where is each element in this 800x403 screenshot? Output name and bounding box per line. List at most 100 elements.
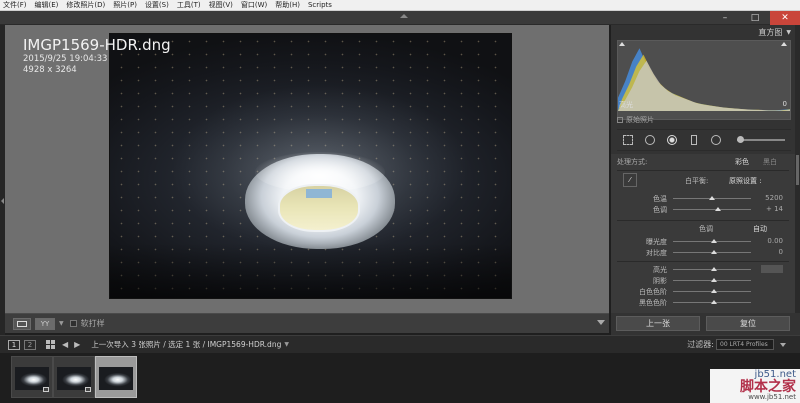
exposure-label: 曝光度	[646, 238, 667, 246]
tint-row: 色调 + 14	[611, 205, 795, 215]
panel-scrollbar-thumb[interactable]	[796, 155, 799, 185]
treatment-row: 处理方式: 彩色 黑白	[611, 157, 795, 169]
adjustment-brush-slider[interactable]	[737, 136, 785, 143]
treatment-color-option[interactable]: 彩色	[735, 157, 749, 167]
whites-slider-knob[interactable]	[711, 289, 717, 293]
source-dropdown-icon[interactable]: ▼	[284, 341, 289, 348]
maximize-button[interactable]: □	[740, 11, 770, 25]
radial-filter-icon[interactable]	[709, 133, 723, 147]
original-photo-checkbox[interactable]	[617, 117, 623, 123]
histogram-header[interactable]: 直方图 ▼	[611, 25, 795, 39]
auto-tone-button[interactable]: 自动	[753, 224, 767, 234]
menu-window[interactable]: 窗口(W)	[241, 0, 267, 10]
photo-datetime: 2015/9/25 19:04:33	[23, 54, 108, 64]
shadows-label: 阴影	[653, 277, 667, 285]
tint-slider-knob[interactable]	[715, 207, 721, 211]
menu-settings[interactable]: 设置(S)	[145, 0, 169, 10]
toolbar-menu-icon[interactable]	[597, 320, 605, 325]
blacks-row: 黑色色阶	[611, 298, 795, 308]
view-mode-dropdown-icon[interactable]: ▼	[59, 320, 64, 327]
minimize-button[interactable]: –	[710, 11, 740, 25]
source-name: 上一次导入	[91, 340, 129, 349]
temp-slider[interactable]	[673, 196, 751, 200]
menu-tools[interactable]: 工具(T)	[177, 0, 201, 10]
menu-develop[interactable]: 修改照片(D)	[66, 0, 105, 10]
soft-proof-label: 软打样	[80, 319, 105, 328]
spot-removal-icon[interactable]	[643, 133, 657, 147]
grid-view-icon[interactable]	[46, 340, 55, 349]
menu-view[interactable]: 视图(V)	[209, 0, 233, 10]
blacks-slider[interactable]	[673, 300, 751, 304]
collapse-top-panel-icon[interactable]	[400, 14, 408, 18]
reset-button[interactable]: 复位	[706, 315, 790, 331]
original-photo-row[interactable]: 原始照片	[617, 115, 654, 125]
expand-left-panel-icon[interactable]	[1, 198, 4, 204]
shadow-clipping-icon[interactable]	[619, 42, 625, 46]
filmstrip: jb51.net 脚本之家 www.jb51.net	[0, 353, 800, 403]
menu-edit[interactable]: 编辑(E)	[35, 0, 59, 10]
treatment-bw-option[interactable]: 黑白	[763, 157, 777, 167]
highlights-slider[interactable]	[673, 267, 751, 271]
contrast-slider[interactable]	[673, 250, 751, 254]
wb-eyedropper-icon[interactable]: ⁄	[623, 173, 637, 187]
photo-filename: IMGP1569-HDR.dng	[23, 36, 171, 54]
exposure-row: 曝光度 0.00	[611, 237, 795, 247]
forward-arrow-icon[interactable]: ▶	[74, 340, 80, 349]
photo-foreground-shadow	[110, 243, 511, 298]
temp-label: 色温	[653, 195, 667, 203]
second-screen-button[interactable]: 2	[24, 339, 36, 350]
soft-proof-checkbox[interactable]	[69, 320, 77, 327]
contrast-value[interactable]: 0	[779, 248, 783, 256]
previous-settings-button[interactable]: 上一张	[616, 315, 700, 331]
menu-scripts[interactable]: Scripts	[308, 1, 332, 9]
highlights-slider-knob[interactable]	[711, 267, 717, 271]
shadows-slider-knob[interactable]	[711, 278, 717, 282]
exposure-value[interactable]: 0.00	[767, 237, 783, 245]
filmstrip-source[interactable]: 上一次导入 3 张照片 / 选定 1 张 / IMGP1569-HDR.dng	[91, 339, 281, 350]
menu-help[interactable]: 帮助(H)	[275, 0, 300, 10]
before-after-button[interactable]: YY	[35, 317, 55, 330]
original-photo-label: 原始照片	[626, 116, 654, 124]
blacks-slider-knob[interactable]	[711, 300, 717, 304]
photo-stadium-seats	[306, 189, 332, 198]
contrast-slider-knob[interactable]	[711, 250, 717, 254]
white-balance-row: ⁄ 白平衡: 原照设置 :	[611, 173, 795, 187]
shadows-row: 阴影	[611, 276, 795, 286]
watermark: jb51.net 脚本之家 www.jb51.net	[740, 370, 796, 401]
whites-slider[interactable]	[673, 289, 751, 293]
exposure-slider[interactable]	[673, 239, 751, 243]
tint-value[interactable]: + 14	[766, 205, 783, 213]
panel-scrollbar[interactable]	[795, 25, 800, 313]
loupe-view-button[interactable]	[13, 317, 31, 330]
red-eye-icon[interactable]	[665, 133, 679, 147]
shadows-slider[interactable]	[673, 278, 751, 282]
highlight-clipping-icon[interactable]	[781, 42, 787, 46]
collapse-histogram-icon[interactable]: ▼	[786, 29, 791, 36]
exposure-slider-knob[interactable]	[711, 239, 717, 243]
brush-slider-knob[interactable]	[737, 136, 744, 143]
filmstrip-thumbnail[interactable]	[53, 356, 95, 398]
graduated-filter-icon[interactable]	[687, 133, 701, 147]
back-arrow-icon[interactable]: ◀	[62, 340, 68, 349]
histogram-title: 直方图	[758, 27, 783, 37]
edited-badge-icon	[85, 387, 91, 392]
menu-file[interactable]: 文件(F)	[3, 0, 27, 10]
temp-value[interactable]: 5200	[765, 194, 783, 202]
tint-slider[interactable]	[673, 207, 751, 211]
filter-dropdown-icon[interactable]	[780, 343, 786, 347]
temp-slider-knob[interactable]	[709, 196, 715, 200]
filter-select[interactable]: 00 LRT4 Profiles	[716, 339, 774, 350]
wb-preset-select[interactable]: 原照设置 :	[729, 176, 762, 186]
filmstrip-thumbnail[interactable]	[11, 356, 53, 398]
viewer-toolbar: YY ▼ 软打样	[5, 313, 609, 333]
filmstrip-thumbnail-selected[interactable]	[95, 356, 137, 398]
highlights-value-box[interactable]	[761, 265, 783, 273]
menu-photo[interactable]: 照片(P)	[113, 0, 137, 10]
menu-bar: 文件(F) 编辑(E) 修改照片(D) 照片(P) 设置(S) 工具(T) 视图…	[0, 0, 800, 11]
crop-tool-icon[interactable]	[621, 133, 635, 147]
whites-row: 白色色阶	[611, 287, 795, 297]
main-screen-button[interactable]: 1	[8, 339, 20, 350]
close-button[interactable]: ✕	[770, 11, 800, 25]
histogram-readout: 高光 0	[619, 100, 787, 110]
tone-header: 色调 自动	[611, 224, 795, 234]
